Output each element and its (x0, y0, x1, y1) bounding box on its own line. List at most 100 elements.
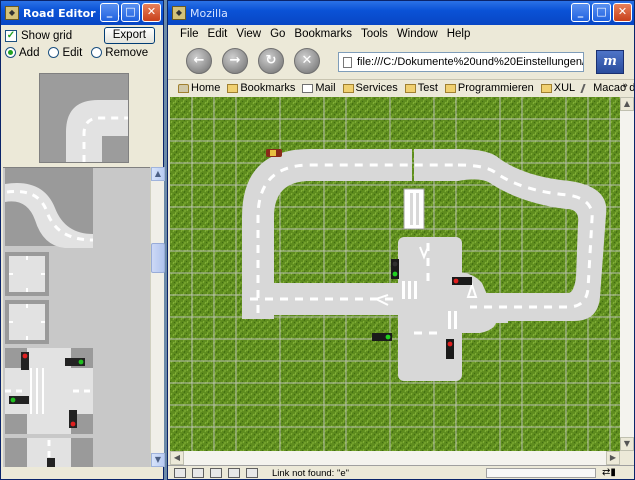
minimize-icon: _ (577, 5, 584, 18)
folder-icon (342, 83, 354, 93)
bookmark-services[interactable]: Services (342, 82, 398, 94)
mail-icon[interactable] (192, 468, 204, 478)
bookmark-label: Bookmarks (240, 82, 296, 94)
arrow-up-icon: ▲ (154, 169, 162, 178)
traffic-light-icon[interactable] (452, 277, 472, 285)
bookmarks-overflow-icon[interactable]: » (622, 81, 628, 91)
menu-edit[interactable]: Edit (208, 28, 228, 40)
palette-tile-plain-1[interactable] (5, 252, 49, 296)
palette-tile-t[interactable] (5, 438, 93, 467)
folder-icon (404, 83, 416, 93)
scroll-down-button[interactable]: ▼ (620, 437, 634, 451)
close-icon: ✕ (617, 5, 628, 18)
mode-edit-radio[interactable] (48, 47, 60, 58)
irc-icon[interactable] (246, 468, 258, 478)
url-input[interactable]: file:///C:/Dokumente%20und%20Einstellung… (338, 52, 584, 72)
forward-icon: → (229, 53, 241, 68)
scroll-left-button[interactable]: ◀ (170, 451, 184, 465)
close-button[interactable]: ✕ (613, 3, 632, 22)
tile-preview (39, 73, 129, 163)
window-icon: ◆ (172, 6, 186, 20)
tile-palette[interactable] (3, 167, 150, 467)
page-horizontal-scrollbar[interactable]: ◀ ▶ (170, 451, 620, 465)
scroll-up-button[interactable]: ▲ (620, 97, 634, 111)
link-icon (580, 83, 593, 93)
minimize-icon: _ (106, 5, 113, 18)
menu-help[interactable]: Help (447, 28, 471, 40)
scroll-up-button[interactable]: ▲ (151, 167, 165, 181)
navigator-icon[interactable] (174, 468, 186, 478)
scroll-right-button[interactable]: ▶ (606, 451, 620, 465)
progress-bar (486, 468, 596, 478)
reload-button[interactable]: ↻ (258, 48, 284, 74)
mozilla-throbber-icon[interactable]: m (596, 50, 624, 74)
mozilla-titlebar[interactable]: ◆ Mozilla _ □ ✕ (168, 1, 634, 25)
arrow-up-icon: ▲ (623, 99, 631, 108)
window-icon: ◆ (5, 6, 19, 20)
palette-tile-crossing[interactable] (5, 348, 93, 434)
back-button[interactable]: ← (186, 48, 212, 74)
menu-go[interactable]: Go (270, 28, 285, 40)
bookmark-label: Test (417, 82, 438, 94)
menu-tools[interactable]: Tools (361, 28, 388, 40)
back-icon: ← (193, 53, 205, 68)
status-text: Link not found: "e" (272, 467, 349, 479)
traffic-light-icon[interactable] (446, 339, 454, 359)
bookmark-programmieren[interactable]: Programmieren (444, 82, 534, 94)
traffic-light-icon[interactable] (372, 333, 392, 341)
minimize-button[interactable]: _ (571, 3, 590, 22)
mozilla-window: ◆ Mozilla _ □ ✕ File Edit View Go Bookma… (167, 0, 635, 480)
road-editor-window: ◆ Road Editor - ... _ □ ✕ ✓ Show grid Ex… (0, 0, 165, 480)
menu-bookmarks[interactable]: Bookmarks (294, 28, 352, 40)
bookmark-xul[interactable]: XUL (540, 82, 576, 94)
connection-icon[interactable]: ⇄▮ (602, 467, 626, 479)
close-icon: ✕ (146, 5, 157, 18)
page-vertical-scrollbar[interactable]: ▲ ▼ (620, 97, 634, 451)
url-text: file:///C:/Dokumente%20und%20Einstellung… (357, 56, 584, 68)
folder-icon (540, 83, 552, 93)
home-icon (178, 83, 189, 93)
show-grid-checkbox[interactable]: ✓ (5, 29, 17, 42)
bookmark-mail[interactable]: Mail (302, 82, 336, 94)
maximize-icon: □ (125, 5, 136, 18)
reload-icon: ↻ (265, 53, 277, 68)
export-button[interactable]: Export (103, 27, 155, 44)
mode-remove-radio[interactable] (91, 47, 103, 58)
bookmark-home[interactable]: Home (178, 82, 220, 94)
traffic-light-icon[interactable] (391, 259, 399, 279)
minimize-button[interactable]: _ (100, 3, 119, 22)
menu-file[interactable]: File (180, 28, 199, 40)
road-editor-titlebar[interactable]: ◆ Road Editor - ... _ □ ✕ (1, 1, 163, 25)
scroll-thumb[interactable] (151, 243, 165, 273)
car-icon[interactable] (266, 149, 282, 157)
palette-scrollbar[interactable]: ▲ ▼ (150, 167, 165, 467)
scroll-down-button[interactable]: ▼ (151, 453, 165, 467)
mozilla-title: Mozilla (190, 6, 228, 20)
maximize-button[interactable]: □ (121, 3, 140, 22)
folder-icon (444, 83, 456, 93)
palette-tile-s-curve[interactable] (5, 168, 94, 248)
bookmark-bookmarks[interactable]: Bookmarks (227, 82, 295, 94)
bookmark-label: Home (191, 82, 221, 94)
mode-add-radio[interactable] (5, 47, 16, 58)
show-grid-label: Show grid (21, 29, 73, 42)
bookmark-test[interactable]: Test (404, 82, 438, 94)
maximize-button[interactable]: □ (592, 3, 611, 22)
forward-button[interactable]: → (222, 48, 248, 74)
composer-icon[interactable] (210, 468, 222, 478)
arrow-left-icon: ◀ (173, 453, 181, 462)
close-button[interactable]: ✕ (142, 3, 161, 22)
stop-button[interactable]: ✕ (294, 48, 320, 74)
palette-tile-plain-2[interactable] (5, 300, 49, 344)
road-map-canvas[interactable] (170, 97, 620, 451)
arrow-right-icon: ▶ (609, 453, 617, 462)
mode-edit-label: Edit (62, 46, 83, 59)
address-book-icon[interactable] (228, 468, 240, 478)
folder-icon (227, 83, 239, 93)
mail-icon (302, 83, 314, 93)
menu-window[interactable]: Window (397, 28, 438, 40)
page-icon (343, 57, 352, 68)
bookmark-label: XUL (553, 82, 576, 94)
bookmarks-toolbar: Home Bookmarks Mail Services Test Progra… (168, 79, 634, 96)
menu-view[interactable]: View (236, 28, 261, 40)
